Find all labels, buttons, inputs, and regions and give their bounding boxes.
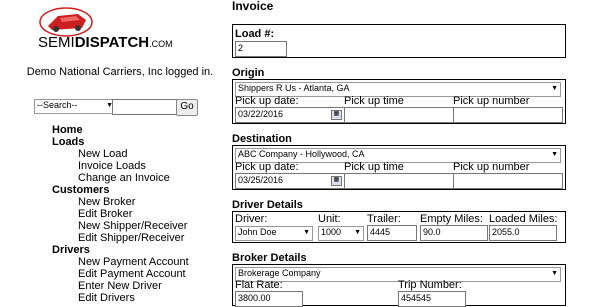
search-input[interactable]	[112, 99, 178, 115]
empty-miles-input[interactable]: 90.0	[420, 225, 488, 241]
load-label: Load #:	[235, 28, 275, 40]
nav-edit-payment-account[interactable]: Edit Payment Account	[78, 268, 186, 280]
empty-miles-label: Empty Miles:	[420, 213, 483, 225]
driver-select-value: John Doe	[238, 227, 277, 237]
origin-pickup-date-input[interactable]: 03/22/2016 ▦	[235, 107, 345, 123]
nav-edit-shipper-receiver[interactable]: Edit Shipper/Receiver	[78, 232, 184, 244]
nav-edit-broker[interactable]: Edit Broker	[78, 208, 132, 220]
page-title: Invoice	[232, 0, 274, 13]
nav-new-broker[interactable]: New Broker	[78, 196, 135, 208]
origin-pickup-time-input[interactable]	[344, 107, 454, 123]
nav-change-invoice[interactable]: Change an Invoice	[78, 172, 170, 184]
search-select-value: --Search--	[37, 100, 78, 110]
driver-details-title: Driver Details	[232, 199, 303, 211]
destination-title: Destination	[232, 133, 292, 145]
unit-label: Unit:	[318, 213, 341, 225]
nav-new-load[interactable]: New Load	[78, 148, 128, 160]
broker-select-value: Brokerage Company	[238, 268, 321, 278]
destination-pickup-number-input[interactable]	[453, 173, 563, 189]
destination-pickup-date-label: Pick up date:	[235, 161, 299, 173]
chevron-down-icon: ▼	[551, 270, 558, 277]
destination-pickup-number-label: Pick up number	[453, 161, 530, 173]
nav-enter-new-driver[interactable]: Enter New Driver	[78, 280, 162, 292]
nav-new-shipper-receiver[interactable]: New Shipper/Receiver	[78, 220, 187, 232]
origin-select-value: Shippers R Us - Atlanta, GA	[238, 83, 350, 93]
origin-pickup-time-label: Pick up time	[344, 95, 404, 107]
trip-number-input[interactable]: 454545	[398, 291, 466, 307]
nav-drivers[interactable]: Drivers	[52, 244, 90, 256]
load-box: Load #: 2	[232, 24, 566, 58]
calendar-icon[interactable]: ▦	[331, 176, 342, 186]
trailer-label: Trailer:	[367, 213, 401, 225]
flat-rate-input[interactable]: 3800.00	[235, 291, 303, 307]
trailer-input[interactable]: 4445	[367, 225, 417, 241]
nav-home[interactable]: Home	[52, 124, 83, 136]
search-select[interactable]: --Search-- ▼	[34, 99, 116, 114]
driver-label: Driver:	[235, 213, 268, 225]
destination-pickup-date-input[interactable]: 03/25/2016 ▦	[235, 173, 345, 189]
chevron-down-icon: ▼	[354, 229, 361, 236]
driver-select[interactable]: John Doe ▼	[235, 226, 313, 241]
origin-title: Origin	[232, 67, 265, 79]
go-button[interactable]: Go	[176, 99, 198, 116]
nav-loads[interactable]: Loads	[52, 136, 84, 148]
origin-box: Shippers R Us - Atlanta, GA ▼ Pick up da…	[232, 79, 566, 124]
nav-customers[interactable]: Customers	[52, 184, 109, 196]
logo-text: SEMIDISPATCH.COM	[38, 34, 173, 51]
logged-in-text: Demo National Carriers, Inc logged in.	[26, 66, 214, 78]
unit-select[interactable]: 1000 ▼	[318, 226, 364, 241]
destination-select-value: ABC Company - Hollywood, CA	[238, 149, 365, 159]
destination-pickup-time-input[interactable]	[344, 173, 454, 189]
calendar-icon[interactable]: ▦	[331, 110, 342, 120]
logo-dispatch: DISPATCH	[74, 34, 150, 51]
nav-edit-drivers[interactable]: Edit Drivers	[78, 292, 135, 304]
trip-number-label: Trip Number:	[398, 279, 462, 291]
logo-semi: SEMI	[38, 34, 75, 51]
origin-pickup-date-value: 03/22/2016	[238, 109, 284, 119]
loaded-miles-label: Loaded Miles:	[489, 213, 558, 225]
destination-box: ABC Company - Hollywood, CA ▼ Pick up da…	[232, 145, 566, 190]
chevron-down-icon: ▼	[551, 151, 558, 158]
broker-details-title: Broker Details	[232, 252, 307, 264]
unit-select-value: 1000	[321, 227, 342, 237]
nav-invoice-loads[interactable]: Invoice Loads	[78, 160, 146, 172]
load-number-input[interactable]: 2	[235, 41, 287, 57]
driver-details-box: Driver: John Doe ▼ Unit: 1000 ▼ Trailer:…	[232, 211, 566, 243]
loaded-miles-input[interactable]: 2055.0	[489, 225, 557, 241]
chevron-down-icon: ▼	[303, 229, 310, 236]
destination-pickup-date-value: 03/25/2016	[238, 175, 284, 185]
origin-pickup-number-input[interactable]	[453, 107, 563, 123]
chevron-down-icon: ▼	[551, 85, 558, 92]
origin-pickup-number-label: Pick up number	[453, 95, 530, 107]
origin-pickup-date-label: Pick up date:	[235, 95, 299, 107]
destination-pickup-time-label: Pick up time	[344, 161, 404, 173]
logo-com: .COM	[149, 39, 173, 49]
nav-new-payment-account[interactable]: New Payment Account	[78, 256, 189, 268]
flat-rate-label: Flat Rate:	[235, 279, 283, 291]
